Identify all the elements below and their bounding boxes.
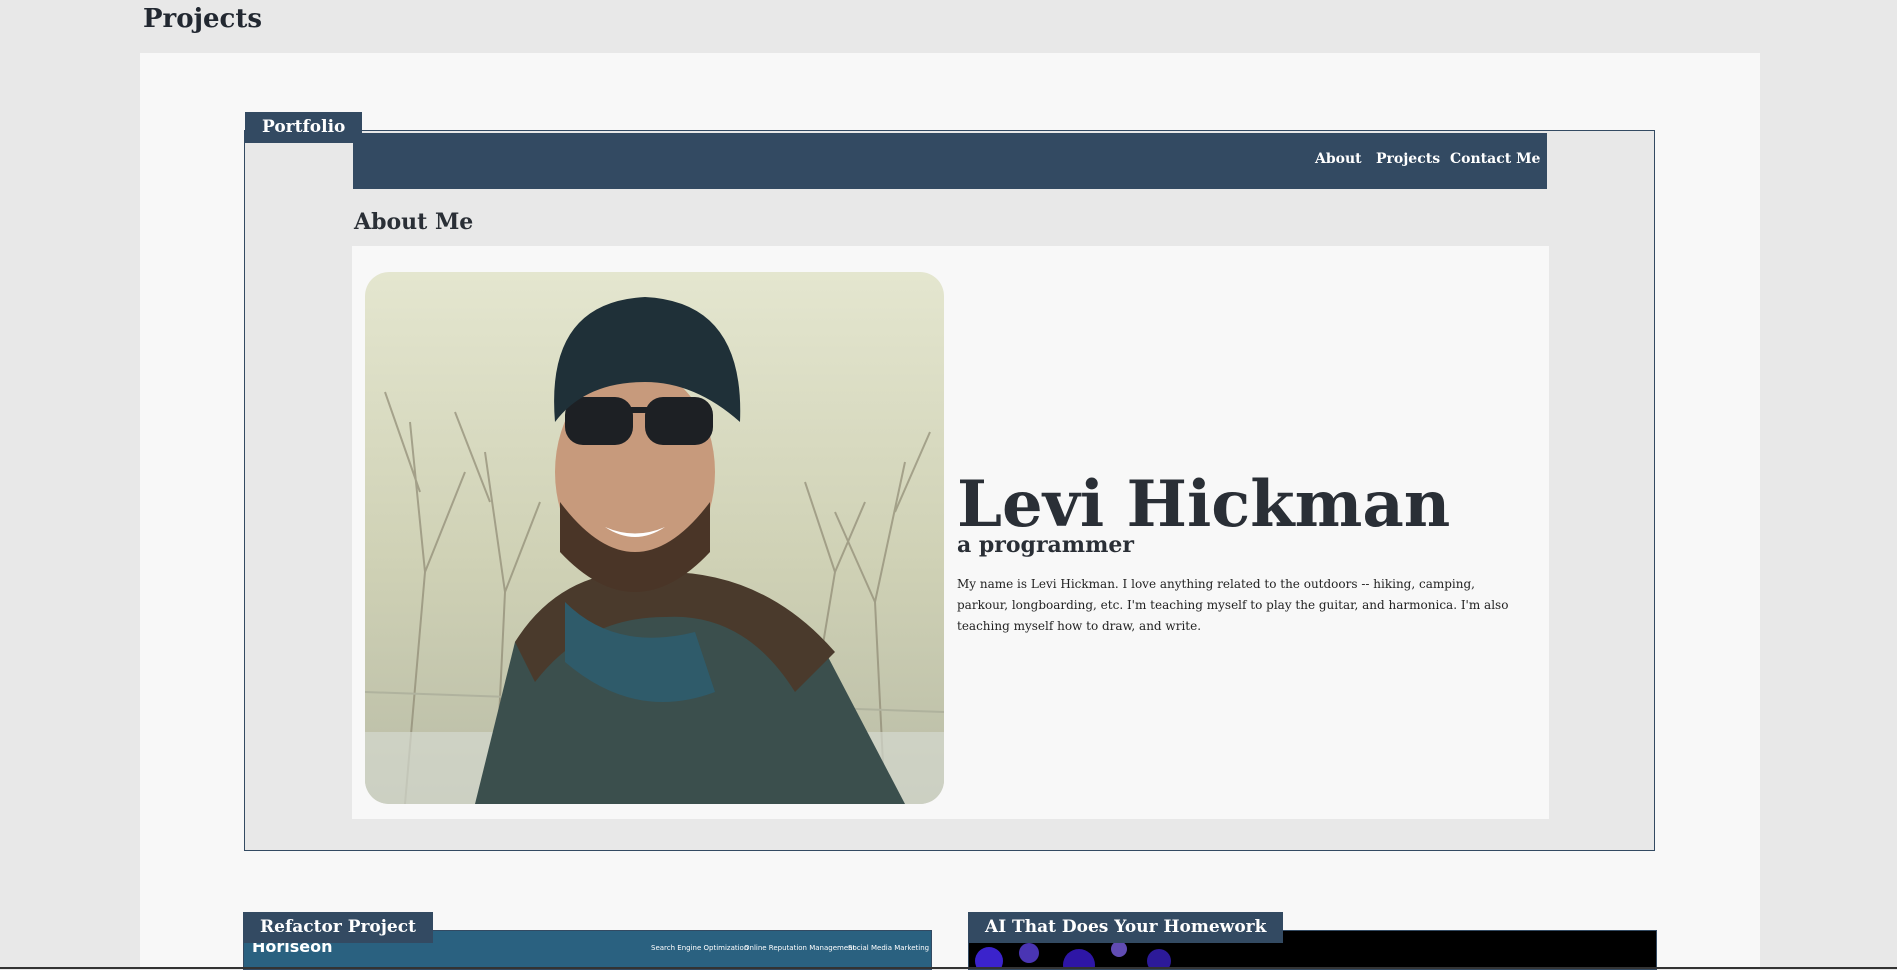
ai-homework-project-label[interactable]: AI That Does Your Homework [968,912,1284,943]
portfolio-project-label[interactable]: Portfolio [245,112,363,143]
horiseon-nav-item: Search Engine Optimization [651,944,749,952]
about-heading: About Me [354,209,474,235]
nav-contact-link[interactable]: Contact Me [1450,151,1540,167]
profile-photo [365,272,944,804]
horiseon-nav-item: Social Media Marketing [848,944,930,952]
page-title: Projects [143,4,263,34]
profile-bio: My name is Levi Hickman. I love anything… [957,577,1509,633]
nav-about-link[interactable]: About [1315,151,1362,167]
refactor-project-label[interactable]: Refactor Project [243,912,433,943]
nav-projects-link[interactable]: Projects [1376,151,1440,167]
profile-role: a programmer [957,532,1134,558]
horiseon-nav-item: Online Reputation Management [744,944,856,952]
portfolio-navbar: About Projects Contact Me [353,133,1547,189]
